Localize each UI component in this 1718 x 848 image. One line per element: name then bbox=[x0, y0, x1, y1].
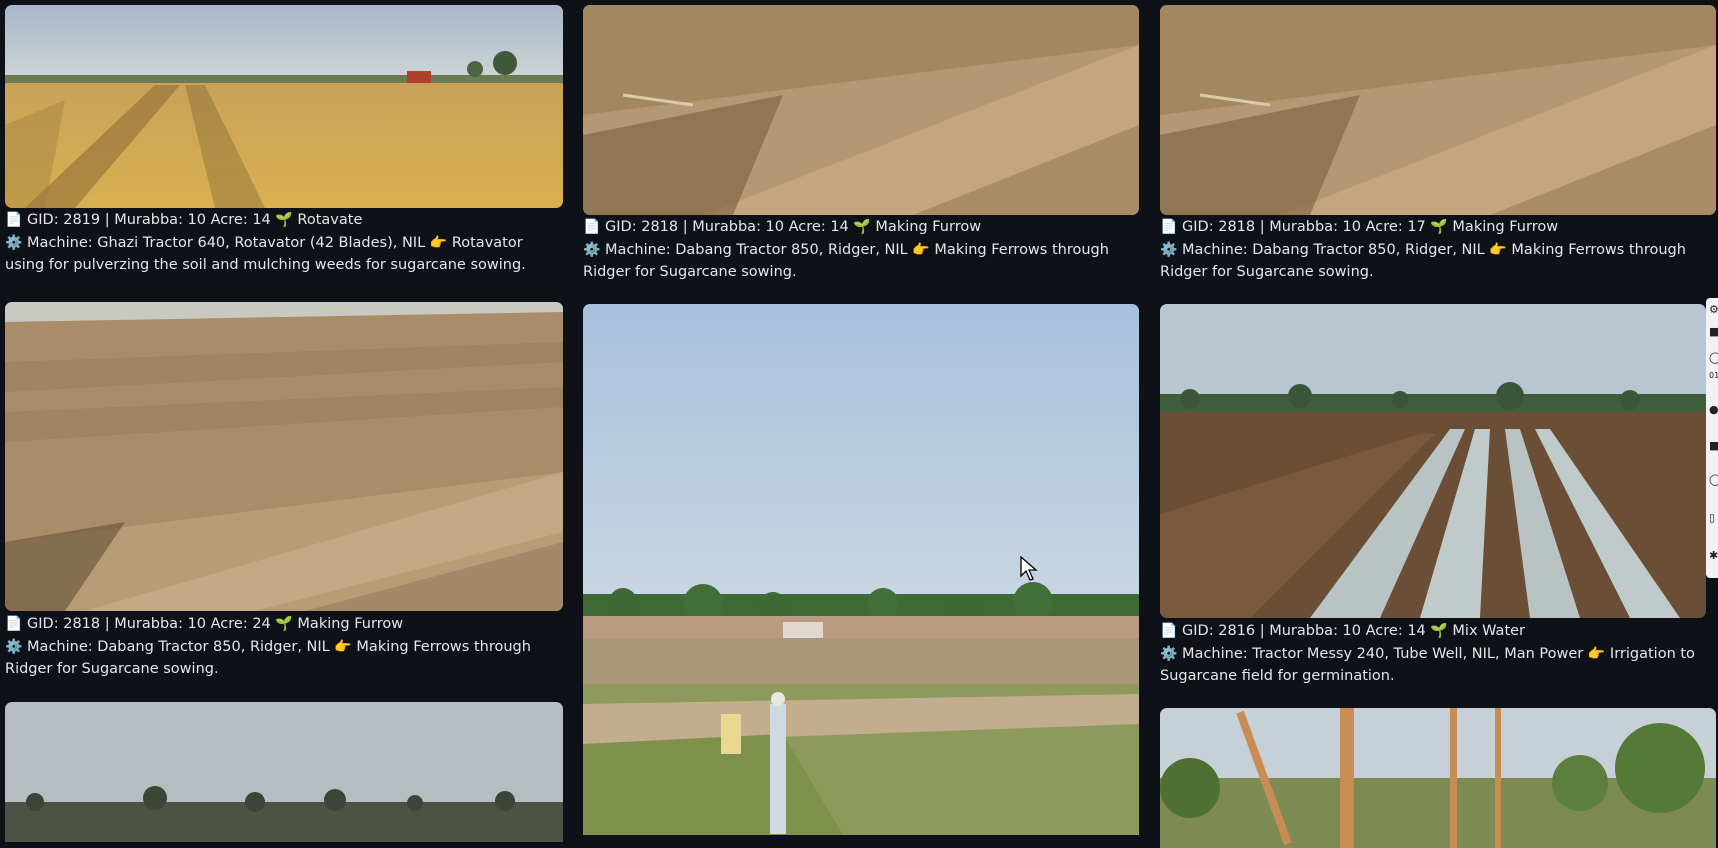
photo-caption: 📄 GID: 2818 | Murabba: 10 Acre: 17 🌱 Mak… bbox=[1160, 216, 1716, 284]
clipboard-icon: 📄 bbox=[583, 219, 601, 235]
gid-line: GID: 2818 | Murabba: 10 Acre: 17 bbox=[1182, 219, 1426, 235]
star-icon[interactable]: ✱ bbox=[1709, 550, 1718, 562]
pointing-hand-icon: 👉 bbox=[912, 241, 930, 258]
pointing-hand-icon: 👉 bbox=[1587, 645, 1606, 662]
gid-line: GID: 2819 | Murabba: 10 Acre: 14 bbox=[27, 212, 271, 228]
machine-line: Machine: Ghazi Tractor 640, Rotavator (4… bbox=[27, 234, 426, 251]
photo-caption: 📄 GID: 2818 | Murabba: 10 Acre: 24 🌱 Mak… bbox=[5, 613, 563, 681]
photo-card-field-workers[interactable] bbox=[583, 304, 1139, 835]
seedling-icon: 🌱 bbox=[1430, 623, 1448, 639]
mouse-cursor-icon bbox=[1020, 556, 1038, 581]
field-photo[interactable] bbox=[583, 304, 1139, 835]
clipboard-icon: 📄 bbox=[5, 212, 23, 228]
activity-label: Rotavate bbox=[297, 212, 363, 228]
field-photo[interactable] bbox=[1160, 708, 1716, 848]
gid-line: GID: 2818 | Murabba: 10 Acre: 14 bbox=[605, 219, 849, 235]
pointing-hand-icon: 👉 bbox=[334, 638, 352, 655]
gid-line: GID: 2816 | Murabba: 10 Acre: 14 bbox=[1182, 623, 1426, 639]
gear-icon: ⚙️ bbox=[5, 638, 23, 655]
timer-icon[interactable]: ◯ bbox=[1709, 352, 1718, 364]
gear-icon: ⚙️ bbox=[583, 241, 601, 258]
activity-label: Mix Water bbox=[1452, 623, 1526, 639]
photo-caption: 📄 GID: 2818 | Murabba: 10 Acre: 14 🌱 Mak… bbox=[583, 216, 1139, 284]
clock-icon[interactable]: ◯ bbox=[1709, 474, 1718, 486]
thumbs-up-icon[interactable]: ■ bbox=[1709, 326, 1718, 338]
photo-card-furrow-17[interactable]: 📄 GID: 2818 | Murabba: 10 Acre: 17 🌱 Mak… bbox=[1160, 5, 1716, 285]
gear-icon: ⚙️ bbox=[1160, 241, 1178, 258]
activity-label: Making Furrow bbox=[297, 616, 404, 632]
seedling-icon: 🌱 bbox=[275, 212, 293, 228]
machine-line: Machine: Dabang Tractor 850, Ridger, NIL bbox=[27, 638, 330, 655]
photo-caption: 📄 GID: 2819 | Murabba: 10 Acre: 14 🌱 Rot… bbox=[5, 209, 563, 277]
pointing-hand-icon: 👉 bbox=[1489, 241, 1507, 258]
seedling-icon: 🌱 bbox=[1430, 219, 1448, 235]
machine-line: Machine: Dabang Tractor 850, Ridger, NIL bbox=[1182, 241, 1485, 258]
field-photo[interactable] bbox=[1160, 304, 1706, 618]
clipboard-icon: 📄 bbox=[5, 616, 23, 632]
activity-label: Making Furrow bbox=[1452, 219, 1559, 235]
seedling-icon: 🌱 bbox=[275, 616, 293, 632]
gid-line: GID: 2818 | Murabba: 10 Acre: 24 bbox=[27, 616, 271, 632]
microphone-icon[interactable]: ● bbox=[1709, 404, 1718, 416]
field-photo[interactable] bbox=[5, 5, 563, 208]
activity-label: Making Furrow bbox=[875, 219, 982, 235]
photo-card-mix-water[interactable]: 📄 GID: 2816 | Murabba: 10 Acre: 14 🌱 Mix… bbox=[1160, 304, 1706, 689]
clipboard-icon: 📄 bbox=[1160, 219, 1178, 235]
seedling-icon: 🌱 bbox=[853, 219, 871, 235]
pointing-hand-icon: 👉 bbox=[429, 234, 448, 251]
gear-icon: ⚙️ bbox=[5, 234, 23, 251]
photo-card-field-bottom-left[interactable] bbox=[5, 702, 563, 842]
machine-line: Machine: Dabang Tractor 850, Ridger, NIL bbox=[605, 241, 908, 258]
gear-icon: ⚙️ bbox=[1160, 645, 1178, 662]
machine-line: Machine: Tractor Messy 240, Tube Well, N… bbox=[1182, 645, 1584, 662]
clipboard-icon: 📄 bbox=[1160, 623, 1178, 639]
photo-card-furrow-24[interactable]: 📄 GID: 2818 | Murabba: 10 Acre: 24 🌱 Mak… bbox=[5, 302, 563, 682]
photo-caption: 📄 GID: 2816 | Murabba: 10 Acre: 14 🌱 Mix… bbox=[1160, 620, 1706, 688]
field-photo[interactable] bbox=[5, 702, 563, 842]
settings-icon[interactable]: ⚙ bbox=[1709, 304, 1718, 316]
toolbar-counter: 01 bbox=[1709, 371, 1718, 380]
side-toolbar[interactable]: ⚙ ■ ◯ 01 ● ■ ◯ ▯ ✱ bbox=[1706, 298, 1718, 578]
copy-icon[interactable]: ▯ bbox=[1709, 512, 1718, 524]
field-photo[interactable] bbox=[1160, 5, 1716, 215]
photo-card-furrow-14[interactable]: 📄 GID: 2818 | Murabba: 10 Acre: 14 🌱 Mak… bbox=[583, 5, 1139, 285]
camera-icon[interactable]: ■ bbox=[1709, 440, 1718, 452]
photo-card-orchard[interactable] bbox=[1160, 708, 1716, 848]
photo-card-rotavate[interactable]: 📄 GID: 2819 | Murabba: 10 Acre: 14 🌱 Rot… bbox=[5, 5, 563, 275]
field-photo[interactable] bbox=[5, 302, 563, 611]
field-photo[interactable] bbox=[583, 5, 1139, 215]
